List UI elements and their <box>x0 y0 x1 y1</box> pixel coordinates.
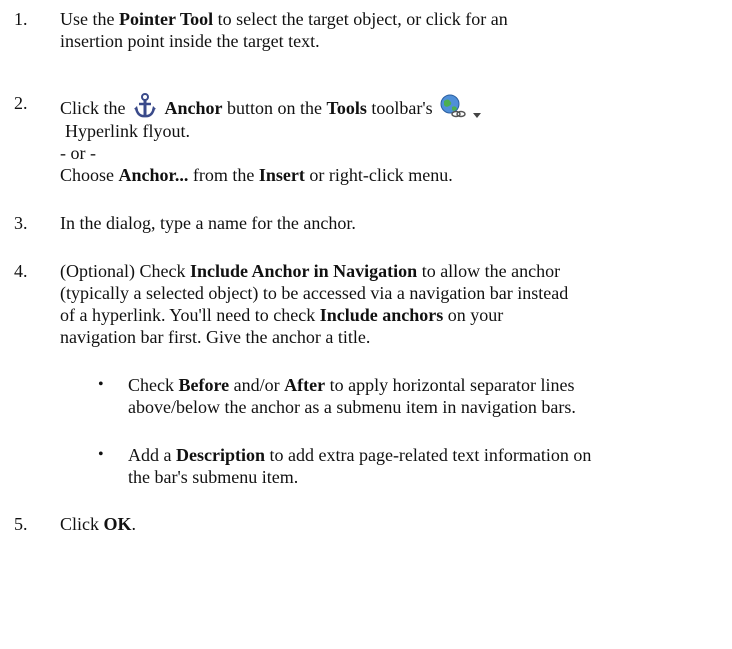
hyperlink-globe-icon[interactable] <box>437 92 467 125</box>
step-number: 3. <box>14 213 28 233</box>
bullet-dot: • <box>98 376 104 393</box>
dropdown-arrow-icon[interactable] <box>472 103 482 125</box>
bullet-dot: • <box>98 446 104 463</box>
step-5-line-1: Click OK. <box>60 514 137 534</box>
step-4-line-1: (Optional) Check Include Anchor in Navig… <box>60 261 561 281</box>
step-4-line-2: (typically a selected object) to be acce… <box>60 283 569 303</box>
step-1-line-1: Use the Pointer Tool to select the targe… <box>60 9 508 29</box>
step-2-or: - or - <box>60 143 96 163</box>
step-number: 4. <box>14 261 28 281</box>
step-number: 2. <box>14 93 28 113</box>
step-3-line-1: In the dialog, type a name for the ancho… <box>60 213 356 233</box>
step-number: 5. <box>14 514 28 534</box>
step-1-line-2: insertion point inside the target text. <box>60 31 320 51</box>
step-number: 1. <box>14 9 28 29</box>
step-4-line-3: of a hyperlink. You'll need to check Inc… <box>60 305 504 325</box>
step-2-line-4: Choose Anchor... from the Insert or righ… <box>60 165 453 185</box>
bullet-1-line-2: above/below the anchor as a submenu item… <box>128 397 576 417</box>
bullet-2-line-1: Add a Description to add extra page-rela… <box>128 445 592 465</box>
bullet-1-line-1: Check Before and/or After to apply horiz… <box>128 375 575 395</box>
bullet-2-line-2: the bar's submenu item. <box>128 467 299 487</box>
step-2-line-2: Hyperlink flyout. <box>65 121 190 141</box>
step-4-line-4: navigation bar first. Give the anchor a … <box>60 327 371 347</box>
